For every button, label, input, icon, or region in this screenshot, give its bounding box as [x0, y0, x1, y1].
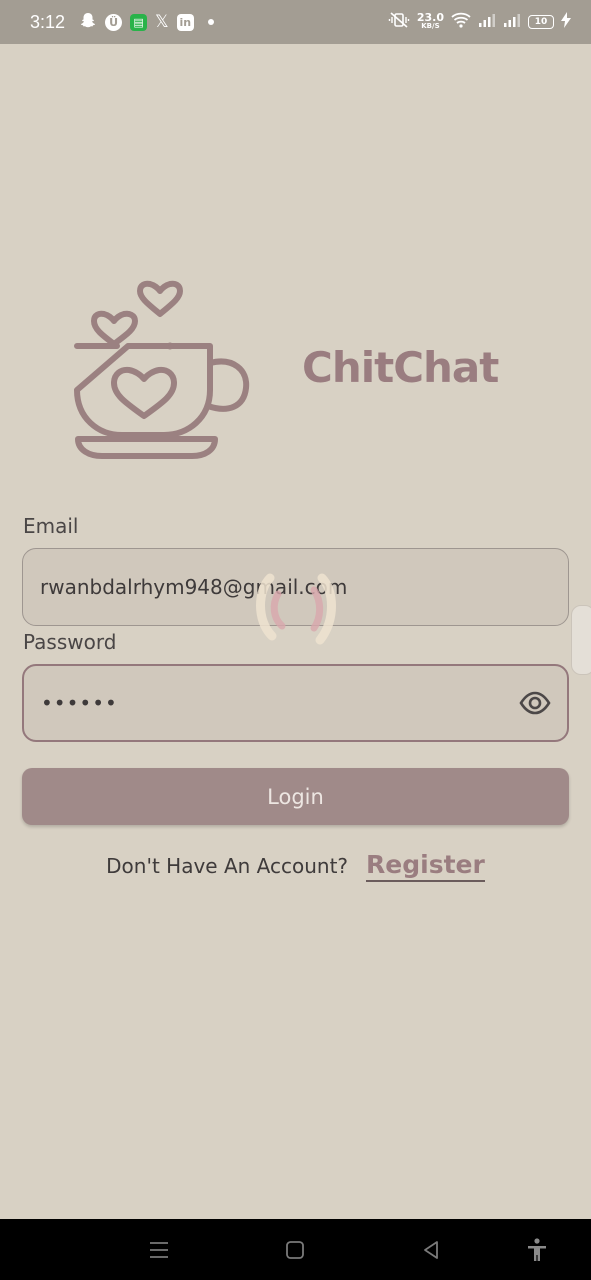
more-notifications-dot-icon — [207, 19, 214, 25]
network-speed: 23.0 KB/S — [416, 11, 444, 31]
register-prompt: Don't Have An Account? — [106, 854, 349, 878]
loading-spinner-icon — [256, 573, 336, 645]
charging-icon — [561, 12, 571, 32]
messages-icon: ▤ — [130, 13, 148, 31]
speed-unit: KB/S — [421, 22, 440, 30]
email-label: Email — [23, 514, 79, 538]
linkedin-icon: in — [176, 13, 194, 31]
navigation-bar — [0, 1219, 591, 1280]
register-row: Don't Have An Account? Register — [0, 846, 591, 886]
snapchat-icon — [79, 11, 97, 33]
edge-panel-handle[interactable] — [571, 605, 591, 675]
signal-1-icon — [478, 13, 496, 32]
back-icon[interactable] — [418, 1237, 444, 1263]
home-icon[interactable] — [282, 1237, 308, 1263]
app-name: ChitChat — [302, 343, 499, 392]
vibrate-off-icon — [388, 11, 410, 33]
status-time: 3:12 — [30, 11, 66, 32]
recent-apps-menu-icon[interactable] — [146, 1237, 172, 1263]
register-link[interactable]: Register — [366, 850, 485, 882]
signal-2-icon — [503, 13, 521, 32]
password-input[interactable]: •••••• — [41, 691, 118, 715]
coffee-cup-hearts-logo-icon — [74, 280, 250, 459]
password-label: Password — [23, 630, 117, 654]
wifi-icon — [451, 12, 471, 32]
app-notification-icon: Ü — [105, 13, 123, 31]
system-icons: 23.0 KB/S 10 — [388, 11, 571, 33]
status-bar: 3:12 Ü ▤ 𝕏 in 23.0 KB/S 10 — [0, 0, 591, 44]
password-field[interactable]: •••••• — [22, 664, 569, 742]
notification-icons: Ü ▤ 𝕏 in — [79, 11, 214, 33]
accessibility-icon[interactable] — [524, 1237, 550, 1263]
login-button[interactable]: Login — [22, 768, 569, 825]
x-icon: 𝕏 — [155, 12, 169, 32]
battery-icon: 10 — [528, 15, 554, 29]
show-password-eye-icon[interactable] — [519, 690, 551, 716]
speed-value: 23.0 — [416, 11, 444, 24]
